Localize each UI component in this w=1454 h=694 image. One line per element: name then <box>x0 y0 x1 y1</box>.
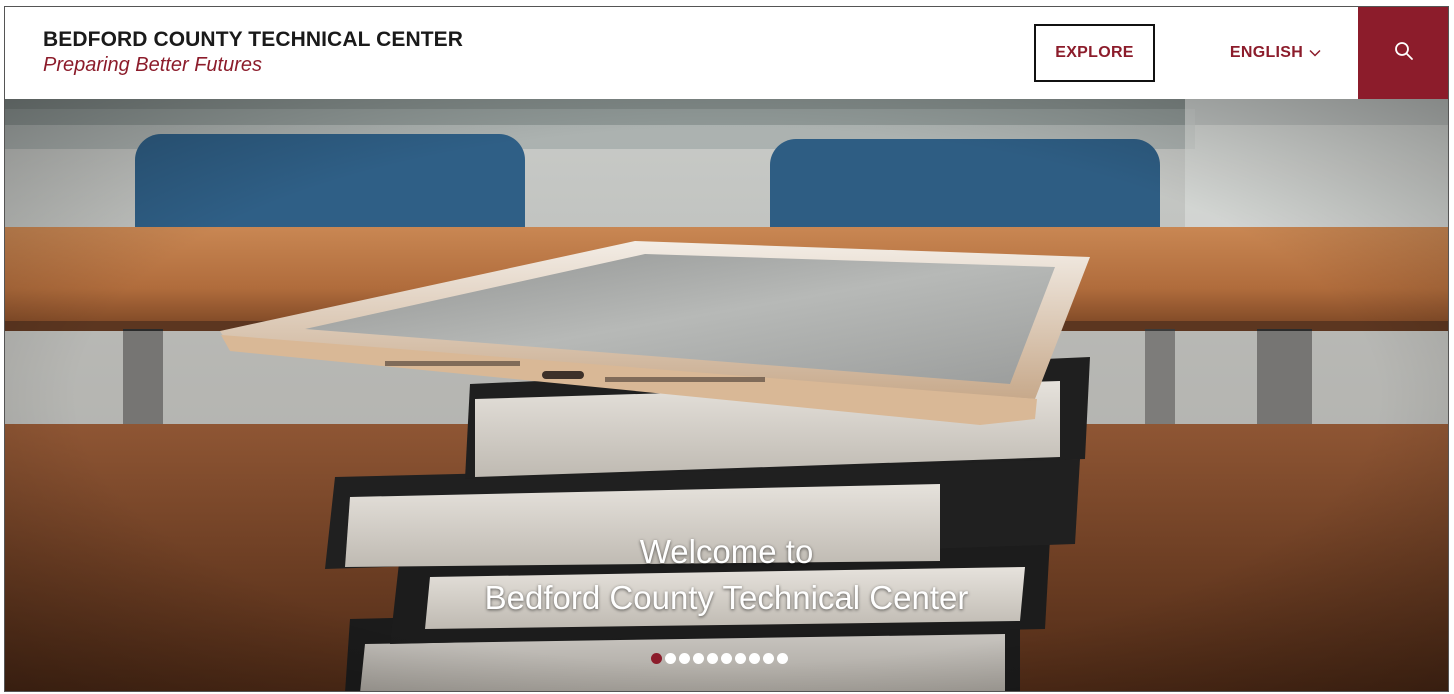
page-frame: BEDFORD COUNTY TECHNICAL CENTER Preparin… <box>4 6 1449 692</box>
language-label: ENGLISH <box>1229 44 1304 61</box>
slider-dot[interactable] <box>763 653 774 664</box>
slider-dot[interactable] <box>735 653 746 664</box>
search-button[interactable] <box>1358 7 1448 99</box>
hero-headline: Welcome to Bedford County Technical Cent… <box>5 529 1448 621</box>
explore-button[interactable]: EXPLORE <box>1034 24 1155 82</box>
slider-pagination <box>651 653 788 664</box>
slider-dot[interactable] <box>665 653 676 664</box>
site-logo-link[interactable]: BEDFORD COUNTY TECHNICAL CENTER Preparin… <box>43 28 463 78</box>
slider-dot[interactable] <box>679 653 690 664</box>
slider-dot[interactable] <box>651 653 662 664</box>
site-tagline: Preparing Better Futures <box>43 54 262 76</box>
language-selector[interactable]: ENGLISH <box>1223 24 1328 82</box>
hero-slider: Welcome to Bedford County Technical Cent… <box>5 99 1448 691</box>
slider-dot[interactable] <box>707 653 718 664</box>
slider-dot[interactable] <box>693 653 704 664</box>
chevron-down-icon <box>1309 49 1321 57</box>
search-icon <box>1394 41 1414 66</box>
slider-dot[interactable] <box>721 653 732 664</box>
slider-dot[interactable] <box>749 653 760 664</box>
site-header: BEDFORD COUNTY TECHNICAL CENTER Preparin… <box>5 7 1448 99</box>
hero-headline-line2: Bedford County Technical Center <box>484 579 969 616</box>
slider-dot[interactable] <box>777 653 788 664</box>
hero-headline-line1: Welcome to <box>639 533 814 570</box>
site-name: BEDFORD COUNTY TECHNICAL CENTER <box>43 28 464 51</box>
